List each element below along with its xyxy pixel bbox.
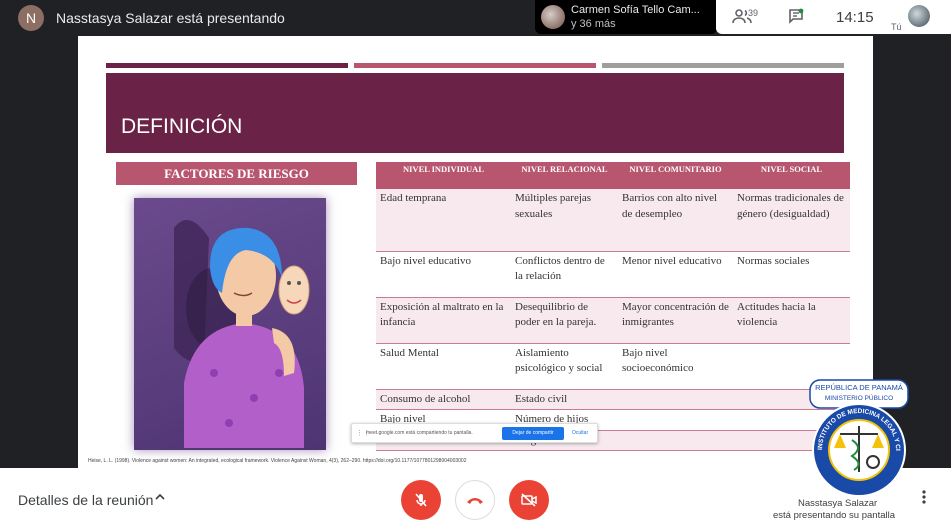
self-label: Tú — [891, 22, 902, 32]
table-cell: Edad temprana — [376, 189, 511, 252]
slide-heading: DEFINICIÓN — [121, 115, 243, 138]
table-cell: Exposición al maltrato en la infancia — [376, 297, 511, 344]
shared-slide: DEFINICIÓN FACTORES DE RIESGO NIVEL INDI… — [78, 36, 873, 468]
camera-off-button[interactable] — [509, 480, 549, 520]
table-cell: Conflictos dentro de la relación — [511, 251, 618, 298]
participant-more: y 36 más — [571, 18, 616, 30]
column-header: NIVEL INDIVIDUAL — [376, 162, 511, 189]
participant-chip[interactable]: Carmen Sofía Tello Cam... y 36 más — [535, 0, 717, 34]
top-right-panel: 39 14:15 Tú — [716, 0, 951, 34]
table-cell: Aislamiento psicológico y social — [511, 343, 618, 390]
table-row: Edad temprana Múltiples parejas sexuales… — [376, 189, 850, 252]
presenter-name: Nasstasya Salazar — [798, 498, 878, 509]
slide-citation: Heise, L. L. (1998). Violence against wo… — [88, 458, 467, 464]
slide-accent-bar — [602, 63, 844, 68]
table-row: Exposición al maltrato en la infancia De… — [376, 297, 850, 344]
call-end-icon — [466, 492, 484, 509]
table-cell: Estado civil — [511, 389, 618, 410]
participant-name: Carmen Sofía Tello Cam... — [571, 4, 700, 16]
table-cell: Desequilibrio de poder en la pareja. — [511, 297, 618, 344]
chevron-up-icon[interactable] — [154, 490, 166, 506]
table-cell: Normas sociales — [733, 251, 850, 298]
chat-icon[interactable] — [788, 8, 804, 29]
participant-avatar — [541, 5, 565, 29]
table-cell: Bajo nivel socioeconómico — [618, 343, 733, 390]
logo-top-text: REPÚBLICA DE PANAMÁ — [815, 383, 903, 392]
table-row: Consumo de alcohol Estado civil — [376, 389, 850, 410]
share-notice-text: meet.google.com está compartiendo tu pan… — [366, 430, 473, 436]
self-avatar[interactable] — [908, 5, 930, 27]
risk-factors-table: NIVEL INDIVIDUAL NIVEL RELACIONAL NIVEL … — [376, 162, 850, 451]
woman-mask-illustration — [134, 198, 326, 450]
table-cell: Múltiples parejas sexuales — [511, 189, 618, 252]
participants-count: 39 — [748, 8, 759, 18]
presenter-title: Nasstasya Salazar está presentando — [56, 10, 285, 26]
institute-seal-logo: REPÚBLICA DE PANAMÁ MINISTERIO PÚBLICO I… — [805, 373, 910, 498]
slide-accent-bar — [106, 63, 348, 68]
videocam-off-icon — [520, 493, 538, 512]
column-header: NIVEL RELACIONAL — [511, 162, 618, 189]
screen-share-notice: ⋮⋮ meet.google.com está compartiendo tu … — [351, 423, 598, 443]
table-cell: Bajo nivel educativo — [376, 251, 511, 298]
mic-off-button[interactable] — [401, 480, 441, 520]
logo-sub-text: MINISTERIO PÚBLICO — [825, 393, 893, 402]
table-cell — [618, 430, 733, 451]
table-header-row: NIVEL INDIVIDUAL NIVEL RELACIONAL NIVEL … — [376, 162, 850, 189]
table-cell: Salud Mental — [376, 343, 511, 390]
stop-sharing-button[interactable]: Dejar de compartir — [502, 427, 564, 440]
mic-off-icon — [413, 493, 429, 512]
presenter-avatar: N — [18, 5, 44, 31]
table-cell: Barrios con alto nivel de desempleo — [618, 189, 733, 252]
meeting-clock: 14:15 — [836, 9, 874, 26]
table-cell: Normas tradicionales de género (desigual… — [733, 189, 850, 252]
slide-heading-box: DEFINICIÓN — [106, 73, 844, 153]
column-header: NIVEL SOCIAL — [733, 162, 850, 189]
more-vert-icon[interactable] — [922, 490, 926, 507]
column-header: NIVEL COMUNITARIO — [618, 162, 733, 189]
hang-up-button[interactable] — [455, 480, 495, 520]
hide-notice-link[interactable]: Ocultar — [572, 430, 588, 436]
table-cell: Actitudes hacia la violencia — [733, 297, 850, 344]
presenting-status: está presentando su pantalla — [773, 510, 896, 521]
slide-accent-bar — [354, 63, 596, 68]
risk-factors-title: FACTORES DE RIESGO — [116, 162, 357, 185]
table-cell: Mayor concentración de inmigrantes — [618, 297, 733, 344]
table-row: Salud Mental Aislamiento psicológico y s… — [376, 343, 850, 390]
table-cell — [618, 409, 733, 431]
table-cell — [618, 389, 733, 410]
table-cell: Consumo de alcohol — [376, 389, 511, 410]
table-row: Bajo nivel educativo Conflictos dentro d… — [376, 251, 850, 298]
meeting-details-button[interactable]: Detalles de la reunión — [18, 492, 153, 508]
table-cell: Menor nivel educativo — [618, 251, 733, 298]
